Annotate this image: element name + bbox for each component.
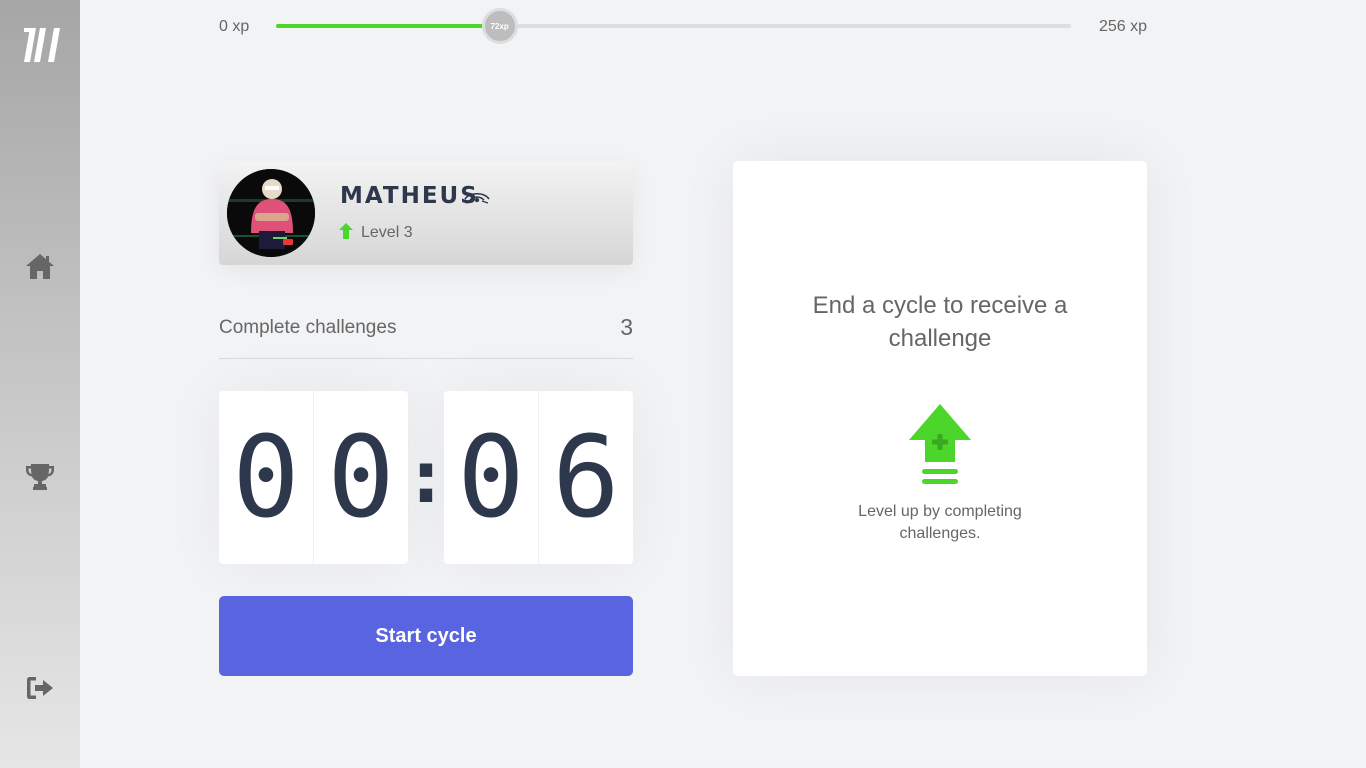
avatar-photo — [227, 169, 315, 257]
minute-digit-right: 0 — [313, 391, 408, 564]
trophy-icon[interactable] — [24, 460, 56, 492]
profile-name: MATHEUS — [340, 183, 479, 209]
xp-max-label: 256 xp — [1098, 18, 1147, 35]
completed-challenges: Complete challenges 3 — [219, 310, 633, 359]
experience-bar: 0 xp 72xp 256 xp — [219, 8, 1147, 44]
level-up-arrow-icon — [339, 223, 353, 239]
countdown-separator: : — [412, 436, 440, 519]
second-digit-right: 6 — [538, 391, 633, 564]
challenge-box-hint: Level up by completing challenges. — [858, 503, 1022, 542]
second-digit-left: 0 — [457, 412, 525, 543]
eye-icon — [464, 192, 490, 204]
app-logo — [24, 28, 60, 62]
start-cycle-button[interactable]: Start cycle — [219, 596, 633, 676]
minute-digit-left: 0 — [232, 412, 300, 543]
completed-challenges-count: 3 — [620, 314, 633, 340]
challenge-box: End a cycle to receive a challenge Level… — [733, 161, 1147, 676]
xp-track: 72xp — [276, 8, 1071, 44]
challenge-box-title: End a cycle to receive a challenge — [812, 292, 1068, 352]
sidebar — [0, 0, 80, 768]
xp-progress-fill — [276, 24, 500, 28]
avatar — [227, 169, 315, 257]
home-icon[interactable] — [24, 250, 56, 282]
completed-challenges-label: Complete challenges — [219, 317, 397, 338]
profile-level: Level 3 — [361, 224, 413, 241]
logout-icon[interactable] — [24, 672, 56, 704]
level-up-icon — [909, 404, 971, 484]
profile-card: MATHEUS Level 3 — [219, 161, 633, 265]
countdown-seconds: 0 6 — [444, 391, 633, 564]
xp-current-badge: 72xp — [481, 8, 518, 44]
xp-min-label: 0 xp — [219, 18, 250, 35]
countdown-minutes: 0 0 — [219, 391, 408, 564]
